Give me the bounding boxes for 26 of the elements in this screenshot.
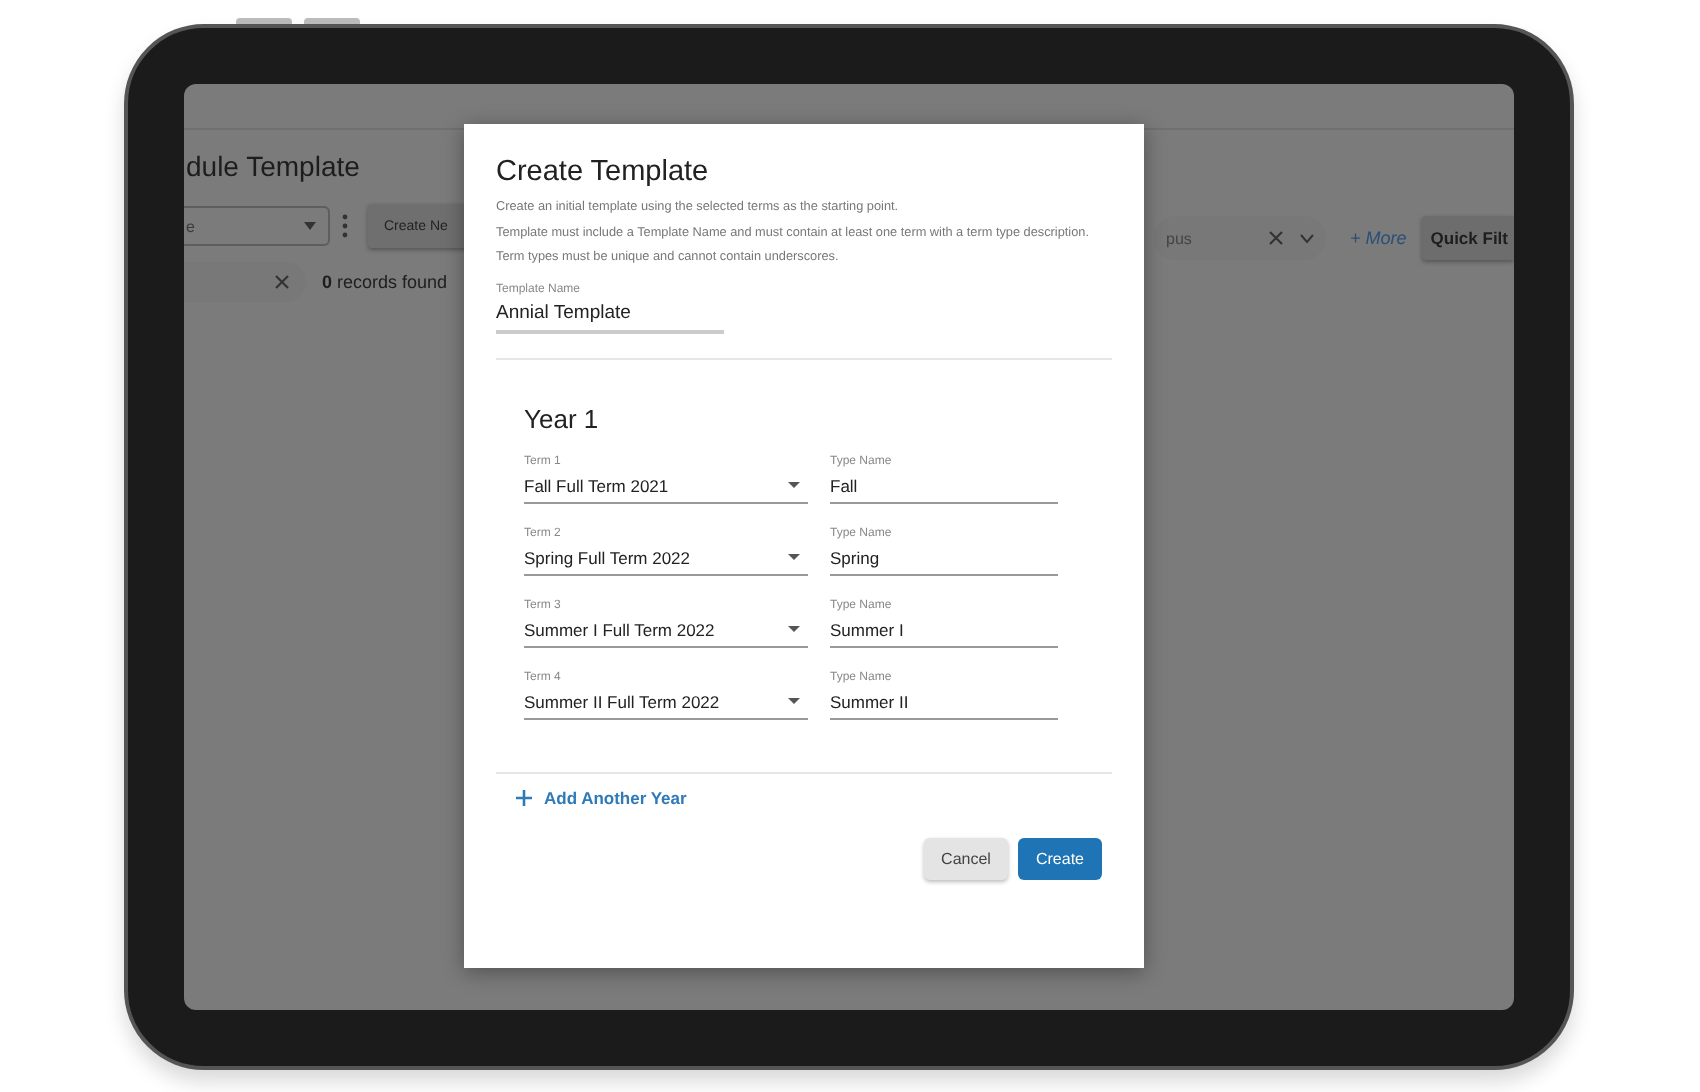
text-field[interactable]: Fall <box>830 473 1058 503</box>
more-options-icon[interactable] <box>342 214 348 238</box>
text-field[interactable]: Spring <box>830 545 1058 575</box>
caret-icon <box>788 554 800 560</box>
clear-icon[interactable] <box>1268 230 1284 246</box>
term-dropdown[interactable]: Summer I Full Term 2022 <box>524 617 808 647</box>
records-count: 0 records found <box>322 272 448 292</box>
create-button[interactable]: Create <box>1018 837 1102 879</box>
caret-icon <box>788 626 800 632</box>
plus-icon <box>516 789 532 805</box>
year-heading: Year 1 <box>524 403 601 433</box>
chevron-icon[interactable] <box>1300 233 1314 243</box>
term-dropdown[interactable]: Fall Full Term 2021 <box>524 473 808 503</box>
dialog-title: Create Template <box>496 156 711 188</box>
text-field[interactable]: Summer I <box>830 617 1058 647</box>
caret-icon <box>788 698 800 704</box>
text-field[interactable]: Annial Template <box>496 301 724 333</box>
term-dropdown[interactable]: Spring Full Term 2022 <box>524 545 808 575</box>
text-field[interactable]: Summer II <box>830 689 1058 719</box>
page-title: dule Template <box>186 150 360 182</box>
term-dropdown[interactable]: Summer II Full Term 2022 <box>524 689 808 719</box>
clear-icon[interactable] <box>274 274 290 290</box>
caret-icon <box>788 482 800 488</box>
caret-icon <box>304 222 316 230</box>
add-year-button[interactable]: Add Another Year <box>516 787 687 807</box>
cancel-button[interactable]: Cancel <box>924 837 1008 879</box>
